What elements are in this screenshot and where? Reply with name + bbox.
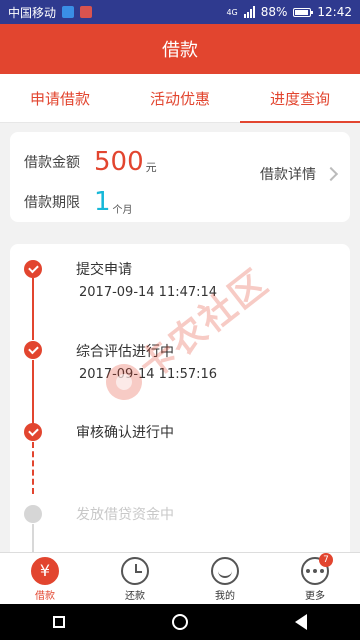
notification-badge: 7 (319, 552, 333, 567)
back-icon[interactable] (294, 614, 307, 630)
battery-icon (293, 7, 314, 17)
tab-apply-loan[interactable]: 申请借款 (0, 74, 120, 122)
step-time: 2017-09-14 11:57:16 (79, 367, 218, 382)
step-title: 综合评估进行中 (76, 344, 174, 360)
status-bar: 中国移动 4G 88% 12:42 (0, 0, 360, 24)
term-label: 借款期限 (24, 195, 80, 211)
signal-icon (243, 6, 255, 18)
timeline-connector (32, 278, 34, 340)
step-check-icon (24, 423, 42, 441)
step-check-icon (24, 260, 42, 278)
progress-timeline: 提交申请 2017-09-14 11:47:14 综合评估进行中 2017-09… (10, 244, 350, 564)
clock-icon (121, 556, 149, 585)
tab-promotions[interactable]: 活动优惠 (120, 74, 240, 122)
bottom-nav: ¥ 借款 还款 我的 7 更多 (0, 552, 360, 605)
app-header: 借款 (0, 24, 360, 74)
term-unit: 个月 (112, 204, 133, 216)
notification-icon (80, 6, 93, 18)
system-nav-bar (0, 604, 360, 640)
step-title: 审核确认进行中 (76, 425, 174, 441)
tab-label: 进度查询 (269, 89, 330, 108)
timeline-connector (32, 442, 34, 494)
home-icon[interactable] (171, 614, 188, 630)
step-title: 提交申请 (76, 262, 132, 278)
chevron-right-icon (323, 166, 339, 182)
recent-apps-icon[interactable] (53, 616, 66, 628)
step-pending-icon (24, 505, 42, 523)
more-icon: 7 (301, 552, 333, 585)
clock-time: 12:42 (317, 5, 352, 19)
tab-label: 申请借款 (29, 89, 90, 108)
step-title: 发放借贷资金中 (76, 507, 174, 523)
carrier-label: 中国移动 (8, 5, 57, 20)
loan-details-label: 借款详情 (260, 167, 316, 183)
nav-more[interactable]: 7 更多 (270, 552, 360, 605)
nav-label: 还款 (125, 590, 145, 602)
page-title: 借款 (162, 40, 198, 61)
tab-label: 活动优惠 (149, 89, 210, 108)
profile-icon (211, 556, 239, 585)
amount-unit: 元 (145, 161, 157, 174)
loan-details-link[interactable]: 借款详情 (260, 164, 339, 184)
network-type: 4G (226, 7, 238, 17)
security-icon (62, 6, 75, 18)
amount-label: 借款金额 (24, 155, 80, 171)
term-value: 1 (94, 187, 111, 217)
yen-icon: ¥ (31, 556, 59, 585)
timeline-connector (32, 360, 34, 424)
tab-progress-query[interactable]: 进度查询 (240, 74, 360, 123)
tab-bar: 申请借款 活动优惠 进度查询 (0, 74, 360, 123)
nav-label: 更多 (305, 590, 325, 602)
nav-label: 我的 (215, 590, 235, 602)
nav-label: 借款 (35, 590, 55, 602)
battery-percent: 88% (260, 5, 288, 19)
nav-mine[interactable]: 我的 (180, 553, 270, 605)
amount-value: 500 (94, 147, 144, 177)
nav-repayment[interactable]: 还款 (90, 553, 180, 605)
loan-summary-card: 借款金额 500 元 借款期限 1 个月 借款详情 (10, 132, 350, 222)
step-check-icon (24, 341, 42, 359)
nav-loan[interactable]: ¥ 借款 (0, 553, 90, 605)
step-time: 2017-09-14 11:47:14 (79, 285, 218, 300)
